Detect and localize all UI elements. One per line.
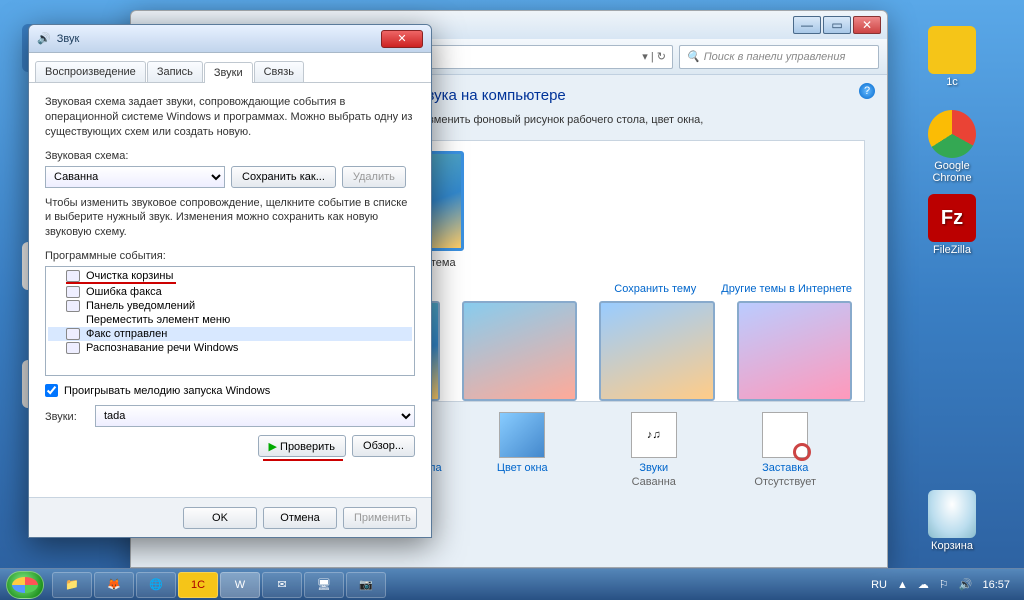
event-label: Очистка корзины xyxy=(86,270,173,282)
search-input[interactable]: 🔍Поиск в панели управления xyxy=(679,45,879,69)
sound-icon xyxy=(66,300,80,312)
taskbar-item[interactable]: ✉ xyxy=(262,572,302,598)
sounds-label: Звуки: xyxy=(45,411,89,423)
description2: Чтобы изменить звуковое сопровождение, щ… xyxy=(45,196,415,241)
highlight-underline xyxy=(66,282,176,284)
test-button[interactable]: ▶ Проверить xyxy=(258,435,347,457)
taskbar-item[interactable]: 🖥 xyxy=(304,572,344,598)
event-label: Распознавание речи Windows xyxy=(86,342,238,354)
event-item[interactable]: Панель уведомлений xyxy=(48,299,412,313)
sound-icon xyxy=(66,328,80,340)
start-button[interactable] xyxy=(6,571,44,599)
icon-label: Корзина xyxy=(931,540,973,552)
taskbar-item[interactable]: 🌐 xyxy=(136,572,176,598)
minimize-button[interactable]: — xyxy=(793,16,821,34)
link-label: Звуки xyxy=(589,462,719,474)
dialog-title: Звук xyxy=(57,33,375,45)
tab-recording[interactable]: Запись xyxy=(147,61,203,82)
scheme-label: Звуковая схема: xyxy=(45,150,415,162)
scheme-select[interactable]: Саванна xyxy=(45,166,225,188)
taskbar[interactable]: 📁 🦊 🌐 1C W ✉ 🖥 📷 RU ▲ ☁ ⚐ 🔊 16:57 xyxy=(0,568,1024,600)
close-button[interactable]: ✕ xyxy=(381,30,423,48)
desktop-icon-1c[interactable]: 1c xyxy=(916,26,988,88)
theme-thumbnail[interactable] xyxy=(599,301,715,401)
cancel-button[interactable]: Отмена xyxy=(263,507,337,529)
event-label: Переместить элемент меню xyxy=(86,314,230,326)
clock[interactable]: 16:57 xyxy=(982,579,1010,591)
delete-button: Удалить xyxy=(342,166,406,188)
taskbar-item[interactable]: 🦊 xyxy=(94,572,134,598)
taskbar-item[interactable]: 📷 xyxy=(346,572,386,598)
tab-sounds[interactable]: Звуки xyxy=(204,62,253,83)
titlebar[interactable]: 🔊 Звук ✕ xyxy=(29,25,431,53)
more-themes-link[interactable]: Другие темы в Интернете xyxy=(721,283,852,295)
test-label: Проверить xyxy=(280,441,335,453)
event-item[interactable]: Распознавание речи Windows xyxy=(48,341,412,355)
event-item[interactable]: Переместить элемент меню xyxy=(48,313,412,327)
save-as-button[interactable]: Сохранить как... xyxy=(231,166,336,188)
link-label: Заставка xyxy=(720,462,850,474)
tray-icon[interactable]: ▲ xyxy=(897,579,908,591)
icon-label: FileZilla xyxy=(933,244,971,256)
play-startup-checkbox[interactable] xyxy=(45,384,58,397)
event-item-selected[interactable]: Факс отправлен xyxy=(48,327,412,341)
sound-icon xyxy=(66,342,80,354)
theme-thumbnail[interactable] xyxy=(737,301,853,401)
ok-button[interactable]: OK xyxy=(183,507,257,529)
browse-button[interactable]: Обзор... xyxy=(352,435,415,457)
speaker-icon: 🔊 xyxy=(37,32,51,45)
link-label: Цвет окна xyxy=(457,462,587,474)
sound-icon xyxy=(66,270,80,282)
taskbar-item[interactable]: 1C xyxy=(178,572,218,598)
dialog-body: Звуковая схема задает звуки, сопровождаю… xyxy=(29,83,431,479)
description: Звуковая схема задает звуки, сопровождаю… xyxy=(45,95,415,140)
events-list[interactable]: Очистка корзины Ошибка факса Панель увед… xyxy=(45,266,415,376)
sound-icon xyxy=(66,286,80,298)
event-item[interactable]: Ошибка факса xyxy=(48,285,412,299)
highlight-underline xyxy=(263,459,343,461)
footer-saver[interactable]: Заставка Отсутствует xyxy=(720,412,850,488)
event-label: Факс отправлен xyxy=(86,328,167,340)
event-label: Панель уведомлений xyxy=(86,300,195,312)
event-item[interactable]: Очистка корзины xyxy=(48,269,412,283)
apply-button: Применить xyxy=(343,507,417,529)
tabs: Воспроизведение Запись Звуки Связь xyxy=(29,53,431,83)
event-label: Ошибка факса xyxy=(86,286,162,298)
desktop-icon-chrome[interactable]: Google Chrome xyxy=(916,110,988,184)
theme-thumbnail[interactable] xyxy=(462,301,578,401)
volume-icon[interactable]: 🔊 xyxy=(959,578,973,591)
save-theme-link[interactable]: Сохранить тему xyxy=(614,283,696,295)
taskbar-item[interactable]: W xyxy=(220,572,260,598)
footer-sounds[interactable]: ♪♫ЗвукиСаванна xyxy=(589,412,719,488)
tab-communications[interactable]: Связь xyxy=(254,61,304,82)
link-sub: Саванна xyxy=(589,476,719,488)
link-sub: Отсутствует xyxy=(720,476,850,488)
sound-dialog: 🔊 Звук ✕ Воспроизведение Запись Звуки Св… xyxy=(28,24,432,538)
sound-select[interactable]: tada xyxy=(95,405,415,427)
play-icon: ▶ xyxy=(269,441,281,453)
tray-icon[interactable]: ⚐ xyxy=(939,578,949,591)
events-label: Программные события: xyxy=(45,250,415,262)
desktop-icon-filezilla[interactable]: FzFileZilla xyxy=(916,194,988,256)
icon-label: 1c xyxy=(946,76,958,88)
icon-label: Google Chrome xyxy=(932,160,971,184)
desktop-icon-recyclebin[interactable]: Корзина xyxy=(916,490,988,552)
help-icon[interactable]: ? xyxy=(859,83,875,99)
footer-color[interactable]: Цвет окна xyxy=(457,412,587,488)
taskbar-item[interactable]: 📁 xyxy=(52,572,92,598)
close-button[interactable]: ✕ xyxy=(853,16,881,34)
dialog-buttons: OK Отмена Применить xyxy=(29,497,431,537)
lang-indicator[interactable]: RU xyxy=(871,579,887,591)
play-startup-label: Проигрывать мелодию запуска Windows xyxy=(64,385,270,397)
search-placeholder: Поиск в панели управления xyxy=(704,51,846,63)
maximize-button[interactable]: ▭ xyxy=(823,16,851,34)
tab-playback[interactable]: Воспроизведение xyxy=(35,61,146,82)
tray-icon[interactable]: ☁ xyxy=(918,578,929,591)
system-tray[interactable]: RU ▲ ☁ ⚐ 🔊 16:57 xyxy=(871,578,1018,591)
